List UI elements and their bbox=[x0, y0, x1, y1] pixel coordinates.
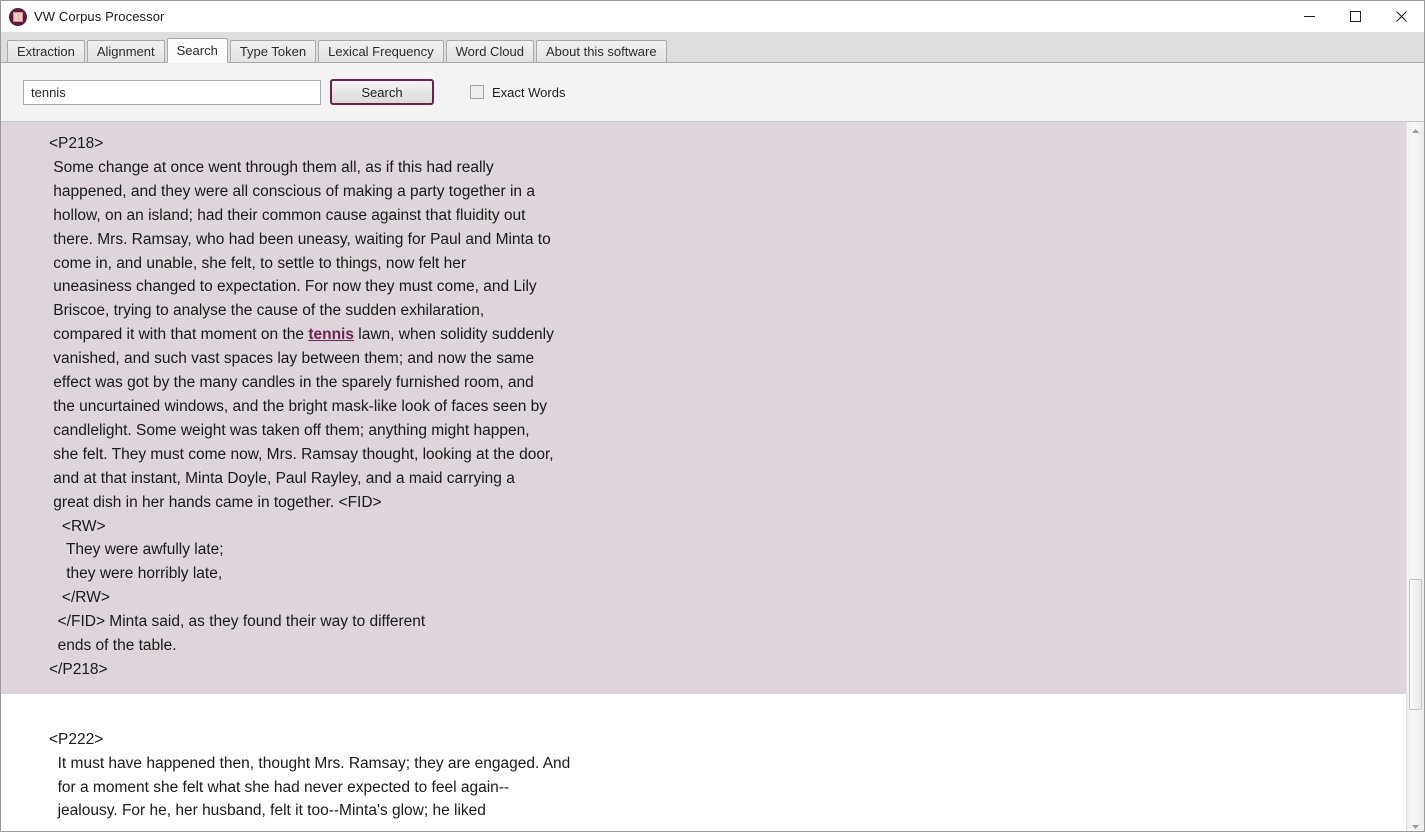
result-line: compared it with that moment on the tenn… bbox=[49, 326, 554, 344]
result-line: It must have happened then, thought Mrs.… bbox=[49, 754, 571, 772]
exact-words-checkbox[interactable]: Exact Words bbox=[470, 85, 565, 100]
tab-about-this-software[interactable]: About this software bbox=[536, 40, 667, 62]
tab-lexical-frequency[interactable]: Lexical Frequency bbox=[318, 40, 444, 62]
result-line: for a moment she felt what she had never… bbox=[49, 778, 510, 796]
result-line: <P222> bbox=[49, 730, 104, 748]
caret-up-icon[interactable] bbox=[1407, 122, 1424, 139]
result-line: <RW> bbox=[49, 517, 106, 535]
result-text: <P222> It must have happened then, thoug… bbox=[1, 704, 1406, 824]
tab-extraction[interactable]: Extraction bbox=[7, 40, 85, 62]
scrollbar-thumb[interactable] bbox=[1409, 579, 1422, 710]
vertical-scrollbar[interactable] bbox=[1406, 122, 1424, 831]
exact-words-label: Exact Words bbox=[492, 84, 566, 100]
tab-word-cloud[interactable]: Word Cloud bbox=[445, 40, 534, 62]
window-controls bbox=[1286, 1, 1424, 32]
close-button[interactable] bbox=[1378, 1, 1424, 32]
result-line: uneasiness changed to expectation. For n… bbox=[49, 278, 537, 296]
search-hit: tennis bbox=[308, 326, 354, 344]
tab-search[interactable]: Search bbox=[166, 38, 228, 63]
search-results-pane: <P218> Some change at once went through … bbox=[1, 121, 1424, 831]
result-line: hollow, on an island; had their common c… bbox=[49, 206, 526, 224]
result-line: Briscoe, trying to analyse the cause of … bbox=[49, 302, 485, 320]
result-line: </FID> Minta said, as they found their w… bbox=[49, 613, 426, 631]
result-line: great dish in her hands came in together… bbox=[49, 493, 382, 511]
app-window: VW Corpus Processor Extraction Alignment S… bbox=[0, 0, 1425, 832]
result-line: </RW> bbox=[49, 589, 110, 607]
tab-type-token[interactable]: Type Token bbox=[229, 40, 317, 62]
tab-alignment[interactable]: Alignment bbox=[86, 40, 165, 62]
result-block[interactable]: <P222> It must have happened then, thoug… bbox=[1, 693, 1406, 831]
result-line: vanished, and such vast spaces lay betwe… bbox=[49, 350, 535, 368]
search-toolbar: Search Exact Words bbox=[1, 63, 1424, 121]
result-line: jealousy. For he, her husband, felt it t… bbox=[49, 802, 486, 820]
maximize-button[interactable] bbox=[1332, 1, 1378, 32]
result-line: ends of the table. bbox=[49, 637, 177, 655]
result-line: Some change at once went through them al… bbox=[49, 158, 494, 176]
result-line: <P218> bbox=[49, 135, 104, 152]
checkbox-box[interactable] bbox=[470, 85, 484, 99]
result-line: she felt. They must come now, Mrs. Ramsa… bbox=[49, 445, 554, 463]
caret-down-icon[interactable] bbox=[1407, 818, 1424, 831]
search-input[interactable] bbox=[23, 79, 321, 105]
result-line: and at that instant, Minta Doyle, Paul R… bbox=[49, 469, 515, 487]
result-line: they were horribly late, bbox=[49, 565, 223, 583]
search-button[interactable]: Search bbox=[330, 79, 434, 105]
result-line: effect was got by the many candles in th… bbox=[49, 374, 534, 392]
result-line: candlelight. Some weight was taken off t… bbox=[49, 421, 530, 439]
result-line: the uncurtained windows, and the bright … bbox=[49, 397, 547, 415]
minimize-button[interactable] bbox=[1286, 1, 1332, 32]
result-line: </P218> bbox=[49, 660, 108, 678]
result-line: happened, and they were all conscious of… bbox=[49, 182, 535, 200]
window-title: VW Corpus Processor bbox=[34, 9, 165, 24]
result-line: there. Mrs. Ramsay, who had been uneasy,… bbox=[49, 230, 551, 248]
title-bar: VW Corpus Processor bbox=[1, 1, 1424, 32]
result-line bbox=[49, 704, 1406, 728]
result-text: <P218> Some change at once went through … bbox=[1, 132, 1406, 682]
result-block[interactable]: <P218> Some change at once went through … bbox=[1, 122, 1406, 694]
book-app-icon bbox=[9, 7, 27, 26]
results-scroll-viewport: <P218> Some change at once went through … bbox=[1, 122, 1406, 831]
result-line: They were awfully late; bbox=[49, 541, 224, 559]
result-line: come in, and unable, she felt, to settle… bbox=[49, 254, 467, 272]
tab-strip: Extraction Alignment Search Type Token Lexic… bbox=[1, 32, 1424, 63]
